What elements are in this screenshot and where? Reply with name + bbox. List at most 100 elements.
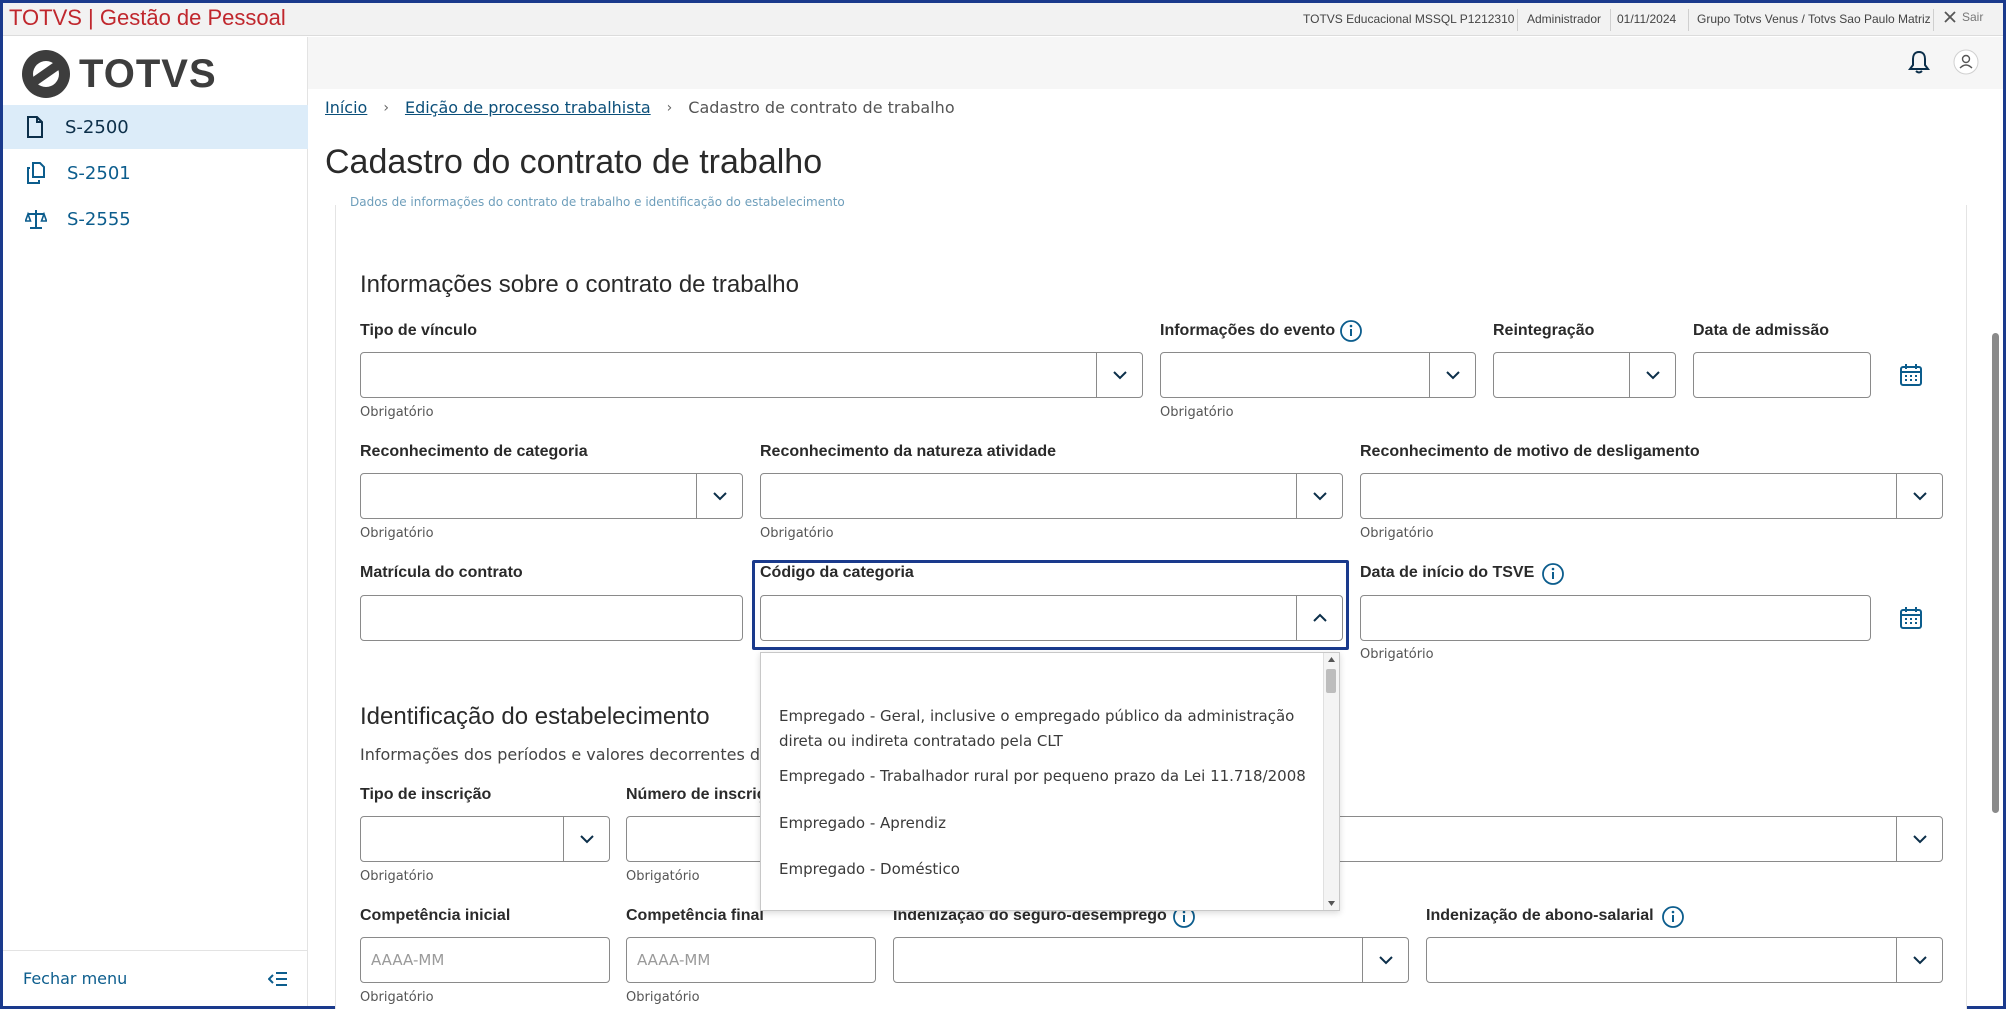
chevron-down-icon[interactable] — [563, 817, 609, 861]
rec-categoria-select[interactable] — [360, 473, 743, 519]
rec-natureza-helper: Obrigatório — [760, 526, 834, 541]
rec-motivo-helper: Obrigatório — [1360, 526, 1434, 541]
reintegracao-select[interactable] — [1493, 352, 1676, 398]
info-icon[interactable] — [1542, 563, 1564, 585]
chevron-down-icon[interactable] — [696, 474, 742, 518]
breadcrumb: Início › Edição de processo trabalhista … — [325, 98, 955, 117]
chevron-down-icon[interactable] — [1096, 353, 1142, 397]
competencia-inicial-label: Competência inicial — [360, 907, 511, 924]
rec-motivo-select[interactable] — [1360, 473, 1943, 519]
dropdown-option[interactable]: Empregado - Trabalhador rural por pequen… — [779, 764, 1314, 789]
data-admissao-label: Data de admissão — [1693, 322, 1830, 339]
competencia-inicial-helper: Obrigatório — [360, 990, 434, 1005]
header-bar — [308, 37, 2003, 89]
calendar-icon[interactable] — [1899, 363, 1923, 387]
title-bar: TOTVS | Gestão de Pessoal TOTVS Educacio… — [3, 3, 2003, 36]
codigo-categoria-select[interactable] — [760, 595, 1343, 641]
competencia-final-input[interactable]: AAAA-MM — [626, 937, 876, 983]
rec-natureza-select[interactable] — [760, 473, 1343, 519]
logo: TOTVS — [21, 47, 217, 101]
sidebar-item-s2501[interactable]: S-2501 — [3, 151, 308, 195]
collapse-menu-icon — [268, 971, 287, 986]
scroll-up-icon[interactable] — [1327, 656, 1336, 663]
exit-button[interactable]: Sair — [1943, 10, 1983, 24]
abono-salarial-label: Indenização de abono-salarial — [1426, 907, 1654, 924]
chevron-down-icon[interactable] — [1896, 938, 1942, 982]
user-label: Administrador — [1527, 12, 1602, 26]
dropdown-option[interactable]: Empregado - Doméstico — [779, 857, 1314, 882]
file-icon — [27, 116, 43, 138]
close-menu-label: Fechar menu — [23, 969, 128, 988]
establishment-select[interactable] — [1320, 816, 1943, 862]
info-icon[interactable] — [1662, 906, 1684, 928]
abono-salarial-select[interactable] — [1426, 937, 1943, 983]
chevron-down-icon[interactable] — [1629, 353, 1675, 397]
breadcrumb-home[interactable]: Início — [325, 98, 367, 117]
dropdown-scrollbar[interactable] — [1323, 653, 1339, 910]
dropdown-option[interactable]: Empregado - Geral, inclusive o empregado… — [779, 704, 1314, 754]
rec-motivo-label: Reconhecimento de motivo de desligamento — [1360, 443, 1700, 460]
chevron-down-icon[interactable] — [1896, 474, 1942, 518]
sidebar-item-label: S-2500 — [65, 116, 129, 138]
sidebar-item-s2500[interactable]: S-2500 — [3, 105, 308, 149]
app-title: TOTVS | Gestão de Pessoal — [9, 5, 286, 30]
tipo-vinculo-select[interactable] — [360, 352, 1143, 398]
numero-inscricao-helper: Obrigatório — [626, 869, 700, 884]
cut-off-text: Dados de informações do contrato de trab… — [350, 195, 845, 209]
chevron-down-icon[interactable] — [1296, 474, 1342, 518]
seguro-desemprego-select[interactable] — [893, 937, 1409, 983]
establishment-section-subtitle: Informações dos períodos e valores decor… — [360, 745, 802, 764]
date-label: 01/11/2024 — [1617, 12, 1677, 26]
contract-section-title: Informações sobre o contrato de trabalho — [360, 271, 799, 298]
rec-categoria-label: Reconhecimento de categoria — [360, 443, 588, 460]
competencia-final-helper: Obrigatório — [626, 990, 700, 1005]
codigo-categoria-label: Código da categoria — [760, 564, 914, 581]
dropdown-option[interactable]: Empregado - Aprendiz — [779, 811, 1314, 836]
breadcrumb-current: Cadastro de contrato de trabalho — [688, 98, 955, 117]
tipo-inscricao-label: Tipo de inscrição — [360, 786, 492, 803]
competencia-inicial-placeholder: AAAA-MM — [371, 951, 445, 969]
chevron-up-icon[interactable] — [1296, 596, 1342, 640]
page-scrollbar-thumb[interactable] — [1992, 333, 1999, 813]
info-evento-select[interactable] — [1160, 352, 1476, 398]
data-tsve-helper: Obrigatório — [1360, 647, 1434, 662]
sidebar-item-label: S-2501 — [67, 162, 131, 184]
close-icon — [1944, 11, 1956, 23]
matricula-input[interactable] — [360, 595, 743, 641]
breadcrumb-parent[interactable]: Edição de processo trabalhista — [405, 98, 651, 117]
chevron-down-icon[interactable] — [1362, 938, 1408, 982]
competencia-final-placeholder: AAAA-MM — [637, 951, 711, 969]
tipo-inscricao-helper: Obrigatório — [360, 869, 434, 884]
sidebar-item-s2555[interactable]: S-2555 — [3, 197, 308, 241]
chevron-right-icon: › — [666, 99, 673, 116]
dropdown-scroll-thumb[interactable] — [1326, 669, 1336, 693]
competencia-inicial-input[interactable]: AAAA-MM — [360, 937, 610, 983]
numero-inscricao-label: Número de inscriç — [626, 786, 766, 803]
reintegracao-label: Reintegração — [1493, 322, 1595, 339]
info-evento-label: Informações do evento — [1160, 322, 1336, 339]
data-admissao-input[interactable] — [1693, 352, 1871, 398]
close-menu-button[interactable]: Fechar menu — [3, 950, 308, 1006]
matricula-label: Matrícula do contrato — [360, 564, 523, 581]
tipo-vinculo-label: Tipo de vínculo — [360, 322, 478, 339]
data-tsve-input[interactable] — [1360, 595, 1871, 641]
exit-label: Sair — [1962, 10, 1984, 24]
bell-icon[interactable] — [1908, 50, 1930, 74]
calendar-icon[interactable] — [1899, 606, 1923, 630]
sidebar: TOTVS S-2500 S-2501 S-2555 Fechar menu — [3, 37, 308, 1006]
chevron-down-icon[interactable] — [1429, 353, 1475, 397]
tipo-inscricao-select[interactable] — [360, 816, 610, 862]
rec-natureza-label: Reconhecimento da natureza atividade — [760, 443, 1057, 460]
info-icon[interactable] — [1340, 320, 1362, 342]
data-tsve-label: Data de início do TSVE — [1360, 564, 1535, 581]
environment-label: TOTVS Educacional MSSQL P1212310 — [1303, 12, 1515, 26]
tipo-vinculo-helper: Obrigatório — [360, 405, 434, 420]
logo-text: TOTVS — [79, 51, 217, 96]
establishment-section-title: Identificação do estabelecimento — [360, 703, 710, 730]
user-avatar-icon[interactable] — [1953, 49, 1979, 75]
chevron-down-icon[interactable] — [1896, 817, 1942, 861]
scroll-down-icon[interactable] — [1327, 900, 1336, 907]
chevron-right-icon: › — [383, 99, 389, 116]
competencia-final-label: Competência final — [626, 907, 764, 924]
page-title: Cadastro do contrato de trabalho — [325, 143, 823, 181]
